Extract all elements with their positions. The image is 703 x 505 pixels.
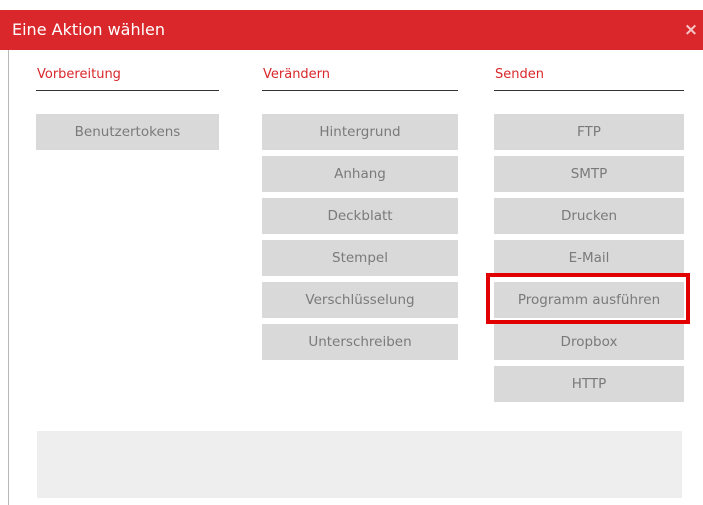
description-panel: [37, 431, 682, 498]
action-button-hintergrund[interactable]: Hintergrund: [262, 114, 458, 150]
action-button-smtp[interactable]: SMTP: [494, 156, 684, 192]
column-header-veraendern: Verändern: [262, 66, 458, 91]
action-button-http[interactable]: HTTP: [494, 366, 684, 402]
action-button-stempel[interactable]: Stempel: [262, 240, 458, 276]
action-button-unterschreiben[interactable]: Unterschreiben: [262, 324, 458, 360]
action-button-benutzertokens[interactable]: Benutzertokens: [36, 114, 219, 150]
column-header-senden: Senden: [494, 66, 684, 91]
column-senden: Senden: [494, 66, 684, 91]
action-button-ftp[interactable]: FTP: [494, 114, 684, 150]
action-button-dropbox[interactable]: Dropbox: [494, 324, 684, 360]
action-button-deckblatt[interactable]: Deckblatt: [262, 198, 458, 234]
column-vorbereitung: Vorbereitung: [36, 66, 219, 91]
column-veraendern: Verändern: [262, 66, 458, 91]
action-button-email[interactable]: E-Mail: [494, 240, 684, 276]
title-bar: Eine Aktion wählen ×: [0, 10, 703, 50]
action-button-anhang[interactable]: Anhang: [262, 156, 458, 192]
dialog-title: Eine Aktion wählen: [12, 20, 166, 39]
highlight-box: [486, 273, 690, 324]
close-icon[interactable]: ×: [680, 10, 702, 50]
column-header-vorbereitung: Vorbereitung: [36, 66, 219, 91]
action-button-drucken[interactable]: Drucken: [494, 198, 684, 234]
dialog-border: [8, 50, 9, 505]
action-dialog: Eine Aktion wählen × Vorbereitung Benutz…: [0, 0, 703, 505]
action-button-verschluesselung[interactable]: Verschlüsselung: [262, 282, 458, 318]
